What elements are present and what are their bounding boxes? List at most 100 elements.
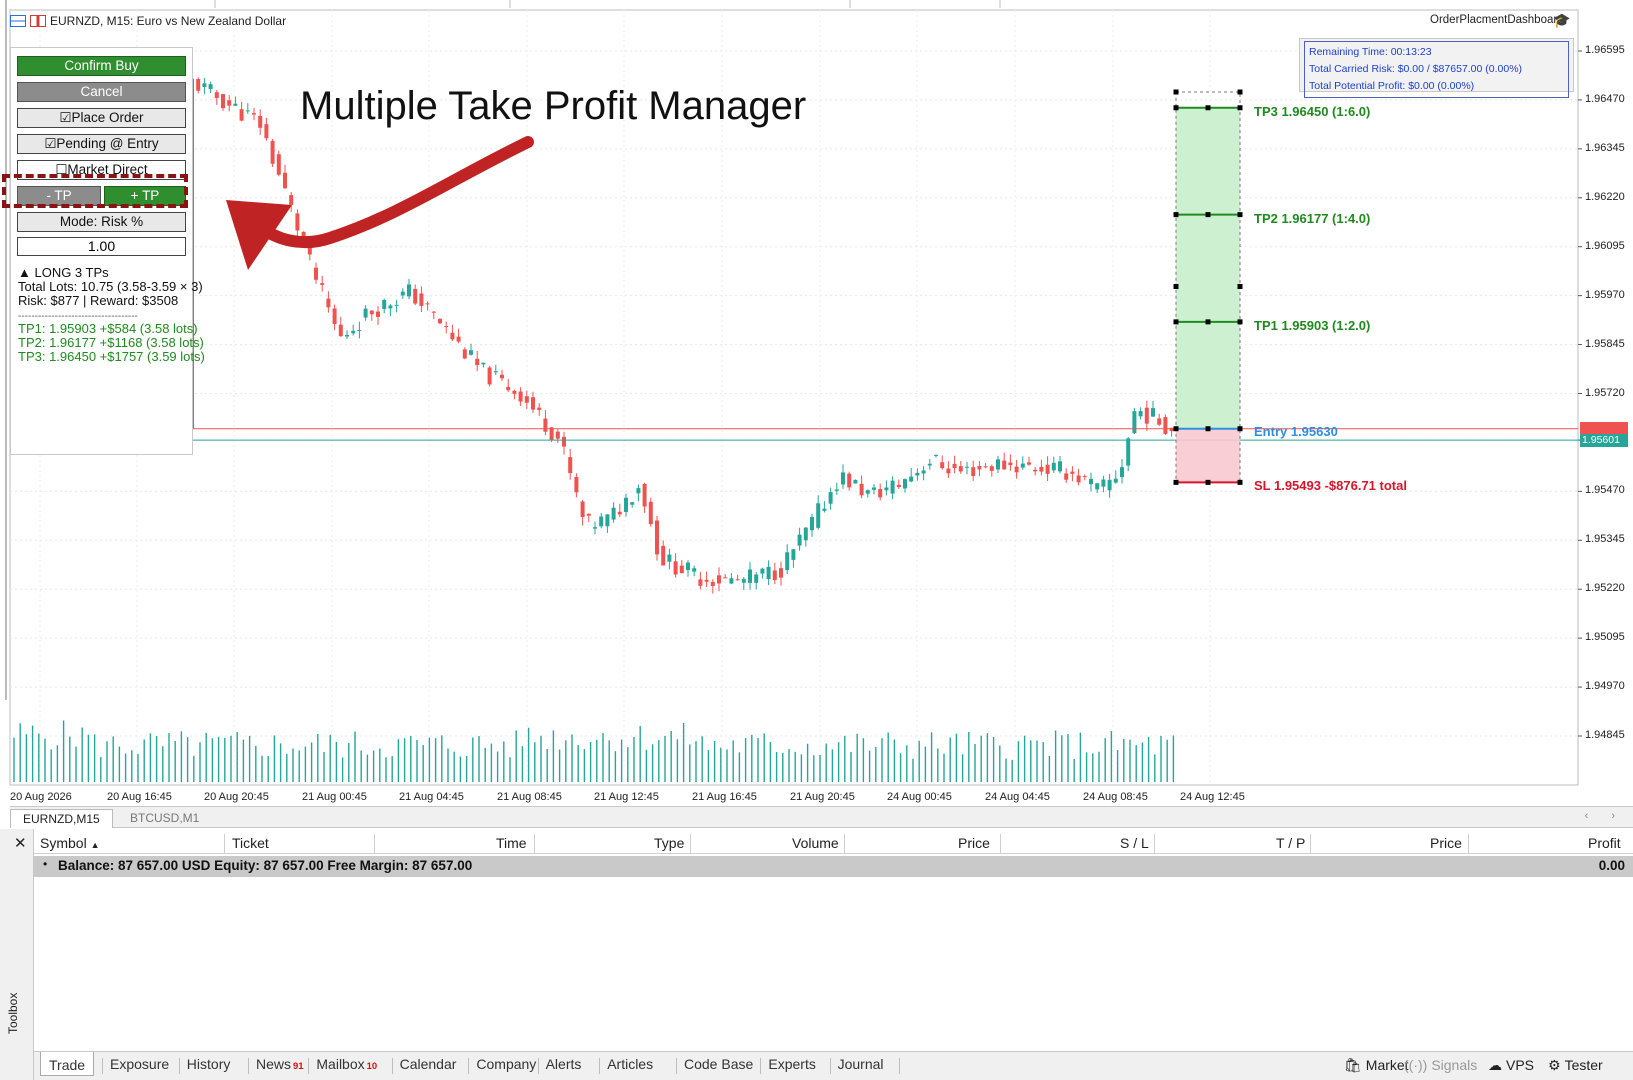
candle-body — [196, 79, 201, 91]
candle-body — [1064, 473, 1069, 480]
candle-body — [264, 124, 269, 139]
price-axis-label: 1.95970 — [1585, 288, 1625, 301]
candle-body — [1058, 461, 1062, 472]
candle-body — [1101, 479, 1106, 487]
candle-body — [872, 487, 876, 490]
toolbox-tab-mailbox[interactable]: Mailbox 10 — [316, 1056, 377, 1076]
column-sl[interactable]: S / L — [1120, 835, 1149, 851]
chart-window[interactable]: EURNZD, M15: Euro vs New Zealand Dollar … — [0, 0, 1633, 810]
toolbox-sidebar: ✕ Toolbox — [0, 829, 34, 1080]
balance-row[interactable]: • Balance: 87 657.00 USD Equity: 87 657.… — [34, 856, 1633, 877]
column-time[interactable]: Time — [496, 835, 527, 851]
price-chart[interactable] — [0, 0, 1633, 810]
candle-body — [431, 311, 436, 313]
candle-body — [779, 568, 783, 578]
chart-grid-icon[interactable] — [10, 15, 26, 27]
time-axis-label: 21 Aug 00:45 — [302, 791, 367, 803]
place-order-checkbox[interactable]: ☑Place Order — [17, 108, 186, 128]
time-axis-label: 24 Aug 08:45 — [1083, 791, 1148, 803]
one-click-trading-icon[interactable] — [30, 15, 46, 27]
toolbar-tester-button[interactable]: ⚙ Tester — [1548, 1057, 1603, 1074]
toolbox-tab-articles[interactable]: Articles — [607, 1056, 653, 1076]
candle-body — [667, 554, 672, 562]
drag-handle — [1205, 105, 1211, 111]
candle-body — [227, 100, 232, 106]
toolbox-tab-experts[interactable]: Experts — [768, 1056, 815, 1076]
column-separator — [844, 834, 845, 854]
cancel-button[interactable]: Cancel — [17, 82, 186, 102]
column-type[interactable]: Type — [654, 835, 684, 851]
tab-separator — [760, 1058, 762, 1074]
toolbox-label: Toolbox — [6, 992, 20, 1034]
column-tp[interactable]: T / P — [1276, 835, 1305, 851]
pending-at-entry-checkbox[interactable]: ☑Pending @ Entry — [17, 134, 186, 154]
toolbox-tab-history[interactable]: History — [187, 1056, 231, 1076]
drag-handle — [1237, 105, 1243, 111]
toolbar-market-button[interactable]: 🛍 Market — [1344, 1057, 1409, 1074]
column-symbol[interactable]: Symbol ▲ — [40, 835, 100, 851]
toolbox-tab-exposure[interactable]: Exposure — [110, 1056, 169, 1076]
candle-body — [810, 517, 814, 531]
tab-separator — [829, 1058, 831, 1074]
tab-scroll-arrows[interactable]: ‹ › — [1585, 810, 1625, 822]
mode-button[interactable]: Mode: Risk % — [17, 212, 186, 232]
toolbar-vps-button[interactable]: ☁ VPS — [1488, 1057, 1534, 1074]
candle-body — [388, 305, 393, 309]
candle-body — [816, 503, 821, 528]
candle-body — [692, 568, 697, 572]
candle-body — [903, 479, 907, 489]
candle-body — [996, 459, 1000, 470]
candle-body — [1144, 407, 1149, 424]
column-price[interactable]: Price — [958, 835, 990, 851]
tp3-label: TP3 1.96450 (1:6.0) — [1254, 104, 1371, 119]
candle-body — [890, 480, 895, 494]
toolbox-tab-calendar[interactable]: Calendar — [400, 1056, 457, 1076]
entry-label: Entry 1.95630 — [1254, 424, 1338, 439]
toolbox-tab-alerts[interactable]: Alerts — [546, 1056, 582, 1076]
drag-handle — [1173, 426, 1179, 432]
current-price-tag: 1.95601 — [1580, 434, 1628, 448]
candle-body — [593, 527, 597, 529]
chart-tab-btcusd[interactable]: BTCUSD,M1 — [118, 809, 211, 828]
risk-value-input[interactable]: 1.00 — [17, 237, 186, 256]
candle-body — [462, 349, 467, 359]
candle-body — [1039, 466, 1044, 472]
toolbox-tab-company[interactable]: Company — [476, 1056, 536, 1076]
candle-body — [276, 154, 281, 175]
candle-body — [772, 570, 777, 581]
toolbar-signals-button[interactable]: ((·)) Signals — [1404, 1057, 1477, 1073]
column-volume[interactable]: Volume — [792, 835, 839, 851]
candle-body — [320, 283, 325, 285]
tab-label: Exposure — [110, 1056, 170, 1072]
tab-separator — [391, 1058, 393, 1074]
tab-badge: 91 — [293, 1061, 304, 1072]
toolbox-tab-code-base[interactable]: Code Base — [684, 1056, 753, 1076]
column-ticket[interactable]: Ticket — [232, 835, 269, 851]
candle-body — [376, 311, 380, 317]
price-axis-label: 1.95720 — [1585, 386, 1625, 399]
candle-body — [785, 552, 790, 571]
toolbox-tab-journal[interactable]: Journal — [838, 1056, 884, 1076]
candle-body — [580, 501, 585, 518]
take-profit-zone — [1176, 107, 1240, 429]
drag-handle — [1173, 284, 1179, 289]
candle-body — [754, 574, 759, 583]
candle-body — [338, 324, 343, 337]
candle-body — [791, 549, 796, 560]
candle-body — [686, 562, 690, 571]
column-profit[interactable]: Profit — [1588, 835, 1621, 851]
candle-body — [574, 476, 579, 493]
column-price-current[interactable]: Price — [1430, 835, 1462, 851]
candle-body — [382, 299, 387, 309]
candle-body — [828, 492, 833, 504]
confirm-buy-button[interactable]: Confirm Buy — [17, 56, 186, 76]
close-icon[interactable]: ✕ — [14, 834, 27, 852]
toolbox-tab-trade[interactable]: Trade — [40, 1052, 95, 1076]
candle-body — [723, 577, 728, 579]
chart-tab-eurnzd[interactable]: EURNZD,M15 — [10, 809, 113, 828]
terminal-window: EURNZD, M15: Euro vs New Zealand Dollar … — [0, 0, 1633, 1080]
cloud-icon: ☁ — [1488, 1057, 1502, 1073]
candle-body — [487, 367, 492, 385]
candle-body — [1120, 467, 1124, 478]
toolbox-tab-news[interactable]: News 91 — [256, 1056, 304, 1076]
